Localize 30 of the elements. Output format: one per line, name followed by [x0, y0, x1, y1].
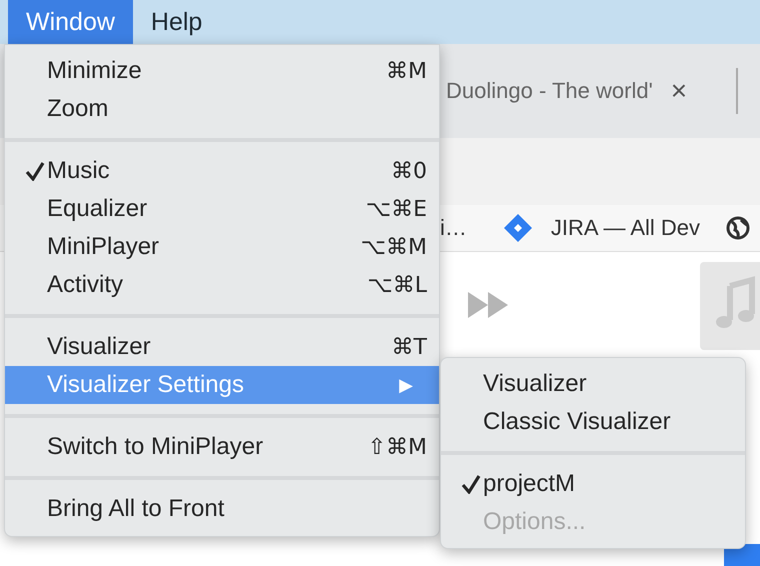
menu-item[interactable]: Switch to MiniPlayer ⇧⌘M [5, 428, 439, 466]
fast-forward-icon [468, 292, 508, 318]
diamond-icon [502, 213, 533, 243]
menu-item[interactable]: Minimize ⌘M [5, 52, 439, 90]
menu-item[interactable]: Classic Visualizer [441, 403, 745, 441]
menu-item[interactable]: Visualizer ⌘T [5, 328, 439, 366]
menubar-item[interactable]: Window [8, 0, 133, 44]
menu-item[interactable]: Activity ⌥⌘L [5, 266, 439, 304]
shortcut-text: ⌘T [392, 334, 427, 360]
album-art-icon [700, 262, 760, 350]
globe-icon [726, 216, 750, 240]
menubar-item[interactable]: Help [132, 0, 220, 44]
menu-item[interactable]: Equalizer ⌥⌘E [5, 190, 439, 228]
menu-item[interactable]: projectM [441, 465, 745, 503]
close-button[interactable]: × [670, 77, 688, 105]
menu-item[interactable]: Zoom [5, 90, 439, 128]
tab-title[interactable]: Duolingo - The world' [446, 78, 653, 104]
menu-item[interactable]: Visualizer [441, 365, 745, 403]
shortcut-text: ⌥⌘E [366, 196, 427, 222]
shortcut-text: ⇧⌘M [368, 434, 427, 460]
menu-item[interactable]: Bring All to Front [5, 490, 439, 528]
shortcut-text: ⌥⌘L [367, 272, 427, 298]
shortcut-text: ⌘0 [391, 158, 427, 184]
shortcut-text: ⌥⌘M [360, 234, 427, 260]
shortcut-text: ⌘M [386, 58, 427, 84]
menu-item[interactable]: Music ⌘0 [5, 152, 439, 190]
bookmark-link[interactable]: JIRA — All Dev [550, 215, 700, 241]
submenu-arrow-icon: ▶ [399, 374, 427, 396]
bookmark-link[interactable]: i… [440, 215, 467, 241]
menu-item[interactable]: MiniPlayer ⌥⌘M [5, 228, 439, 266]
